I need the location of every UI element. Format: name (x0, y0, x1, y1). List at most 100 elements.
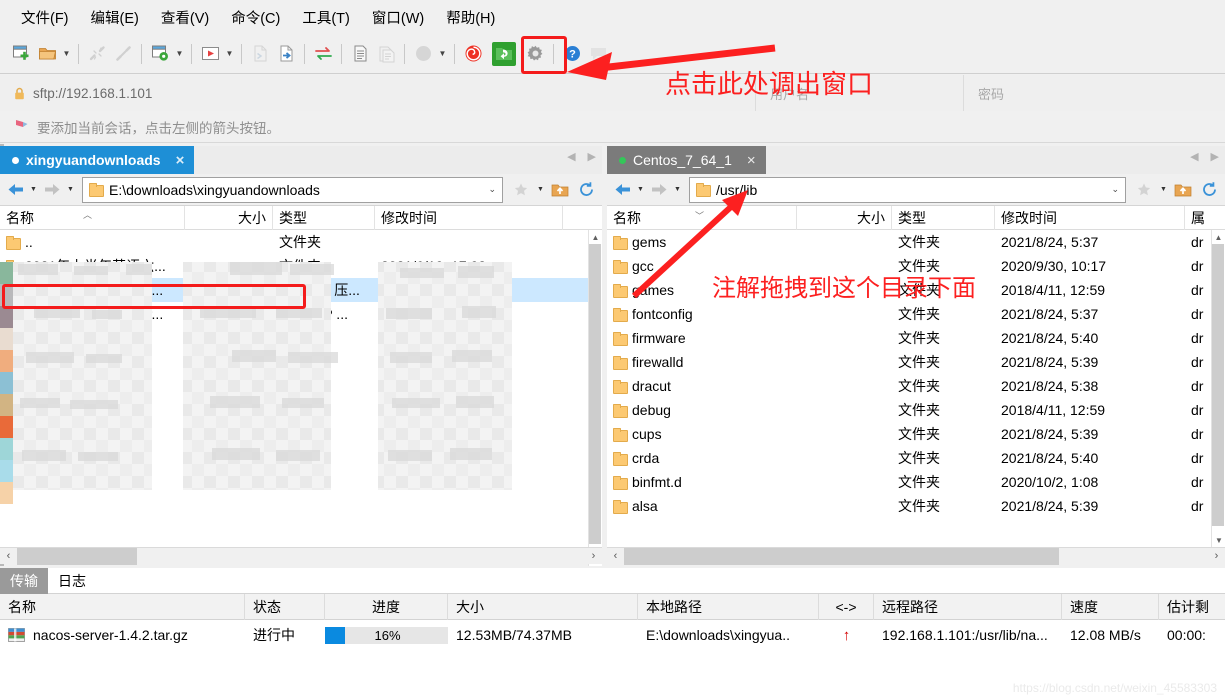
transfer-file-icon[interactable] (273, 40, 299, 68)
table-row[interactable]: cups 文件夹 2021/8/24, 5:39 dr (607, 422, 1225, 446)
menu-edit[interactable]: 编辑(E) (80, 2, 150, 33)
copy-icon[interactable] (347, 40, 373, 68)
column-header-name[interactable]: 名称 (0, 205, 185, 230)
tab-log[interactable]: 日志 (48, 568, 96, 594)
menu-file[interactable]: 文件(F) (10, 2, 80, 33)
column-header-status[interactable]: 状态 (245, 593, 325, 620)
tab-scroll-right-icon[interactable]: ▶ (1211, 150, 1219, 163)
tab-close-icon[interactable]: × (176, 152, 185, 169)
scroll-thumb[interactable] (1212, 244, 1224, 526)
sync-transfer-icon[interactable] (310, 40, 336, 68)
menu-view[interactable]: 查看(V) (150, 2, 220, 33)
column-header-progress[interactable]: 进度 (325, 593, 448, 620)
forward-dropdown-icon[interactable]: ▼ (65, 178, 76, 202)
column-header-eta[interactable]: 估计剩 (1159, 594, 1225, 620)
bookmark-star-icon[interactable] (509, 178, 533, 202)
column-header-modified[interactable]: 修改时间 (375, 205, 563, 230)
parent-folder-icon[interactable] (1171, 178, 1195, 202)
scroll-up-icon[interactable]: ▲ (1212, 230, 1225, 244)
column-header-size[interactable]: 大小 (185, 205, 273, 230)
scroll-up-icon[interactable]: ▲ (589, 230, 602, 244)
table-row[interactable]: debug 文件夹 2018/4/11, 12:59 dr (607, 398, 1225, 422)
column-header-name[interactable]: 名称 (0, 593, 245, 620)
menu-tools[interactable]: 工具(T) (291, 2, 361, 33)
tab-scroll-right-icon[interactable]: ▶ (588, 150, 596, 163)
back-dropdown-icon[interactable]: ▼ (635, 178, 646, 202)
help-icon[interactable]: ? (559, 40, 585, 68)
scroll-left-icon[interactable]: ‹ (607, 548, 624, 565)
tab-transfer[interactable]: 传输 (0, 567, 48, 594)
table-row[interactable]: 2021年上半年英语六... 文件夹 2021/6/10, 17:03 (0, 254, 602, 278)
session-properties-icon[interactable] (147, 40, 173, 68)
forward-dropdown-icon[interactable]: ▼ (672, 178, 683, 202)
column-header-size[interactable]: 大小 (448, 593, 638, 620)
refresh-icon[interactable] (574, 178, 598, 202)
remote-path-input[interactable]: /usr/lib ⌄ (689, 176, 1126, 203)
scroll-right-icon[interactable]: › (1208, 548, 1225, 565)
column-header-direction[interactable]: <-> (819, 593, 874, 620)
bookmark-dropdown-icon[interactable]: ▼ (535, 178, 546, 202)
local-path-input[interactable]: E:\downloads\xingyuandownloads ⌄ (82, 176, 503, 203)
xftp-green-icon[interactable] (489, 39, 519, 69)
refresh-icon[interactable] (1197, 178, 1221, 202)
table-row[interactable]: 2020/11 (0, 326, 602, 350)
table-row[interactable]: .. 文件夹 (0, 230, 602, 254)
local-horizontal-scrollbar[interactable]: ‹ › (0, 547, 602, 565)
column-header-remote-path[interactable]: 远程路径 (874, 593, 1062, 620)
table-row[interactable]: fontconfig 文件夹 2021/8/24, 5:37 dr (607, 302, 1225, 326)
column-header-size[interactable]: 大小 (797, 205, 892, 230)
scroll-left-icon[interactable]: ‹ (0, 548, 17, 565)
table-row[interactable]: binfmt.d 文件夹 2020/10/2, 1:08 dr (607, 470, 1225, 494)
scroll-track[interactable] (624, 547, 1208, 565)
table-row[interactable]: dracut 文件夹 2021/8/24, 5:38 dr (607, 374, 1225, 398)
column-header-attributes[interactable]: 属 (1185, 206, 1211, 230)
tab-scroll-left-icon[interactable]: ◀ (1190, 150, 1198, 163)
table-row[interactable]: crda 文件夹 2021/8/24, 5:40 dr (607, 446, 1225, 470)
open-folder-icon[interactable] (34, 40, 60, 68)
table-row[interactable]: alsa 文件夹 2021/8/24, 5:39 dr (607, 494, 1225, 518)
column-header-modified[interactable]: 修改时间 (995, 205, 1185, 230)
column-header-type[interactable]: 类型 (892, 205, 995, 230)
run-dropdown-icon[interactable]: ▼ (223, 40, 236, 68)
back-dropdown-icon[interactable]: ▼ (28, 178, 39, 202)
table-row[interactable]: firewalld 文件夹 2021/8/24, 5:39 dr (607, 350, 1225, 374)
bookmark-star-icon[interactable] (1132, 178, 1156, 202)
scroll-right-icon[interactable]: › (585, 548, 602, 565)
tab-centos-7-64-1[interactable]: Centos_7_64_1 × (607, 146, 766, 174)
transfer-row[interactable]: nacos-server-1.4.2.tar.gz 进行中 16% 12.53M… (0, 620, 1225, 650)
run-icon[interactable] (197, 40, 223, 68)
scroll-thumb[interactable] (589, 244, 601, 544)
menu-command[interactable]: 命令(C) (220, 2, 291, 33)
circle-dropdown-icon[interactable]: ▼ (436, 40, 449, 68)
session-url-field[interactable]: sftp://192.168.1.101 (0, 75, 755, 111)
remote-vertical-scrollbar[interactable]: ▲ ▼ (1211, 230, 1225, 547)
local-file-list[interactable]: .. 文件夹 2021年上半年英语六... 文件夹 2021/6/10, 17:… (0, 230, 602, 566)
tab-scroll-left-icon[interactable]: ◀ (567, 150, 575, 163)
menu-window[interactable]: 窗口(W) (361, 2, 435, 33)
table-row[interactable]: nacos_config_expor... 22 Bytes 好压 ZIP ..… (0, 302, 602, 326)
table-row[interactable]: gems 文件夹 2021/8/24, 5:37 dr (607, 230, 1225, 254)
table-row-selected[interactable]: nacos-server-1.4.2.t... 74.37MB 好压 GZ 压.… (0, 278, 602, 302)
scroll-track[interactable] (17, 547, 585, 565)
back-icon[interactable] (611, 178, 633, 202)
local-vertical-scrollbar[interactable]: ▲ (588, 230, 602, 566)
gear-icon[interactable] (522, 40, 548, 68)
back-icon[interactable] (4, 178, 26, 202)
tab-close-icon[interactable]: × (747, 152, 756, 169)
chevron-down-icon[interactable]: ⌄ (488, 184, 496, 195)
tab-xingyuandownloads[interactable]: xingyuandownloads × (0, 146, 195, 174)
parent-folder-icon[interactable] (548, 178, 572, 202)
open-folder-dropdown-icon[interactable]: ▼ (60, 40, 73, 68)
session-properties-dropdown-icon[interactable]: ▼ (173, 40, 186, 68)
bookmark-dropdown-icon[interactable]: ▼ (1158, 178, 1169, 202)
chevron-down-icon[interactable]: ⌄ (1111, 184, 1119, 195)
column-header-speed[interactable]: 速度 (1062, 593, 1159, 620)
menu-help[interactable]: 帮助(H) (435, 2, 506, 33)
remote-horizontal-scrollbar[interactable]: ‹ › (607, 547, 1225, 565)
xshell-icon[interactable] (460, 40, 486, 68)
column-header-local-path[interactable]: 本地路径 (638, 593, 819, 620)
scroll-thumb[interactable] (624, 547, 1059, 565)
new-session-icon[interactable] (8, 40, 34, 68)
column-header-type[interactable]: 类型 (273, 205, 375, 230)
table-row[interactable]: firmware 文件夹 2021/8/24, 5:40 dr (607, 326, 1225, 350)
